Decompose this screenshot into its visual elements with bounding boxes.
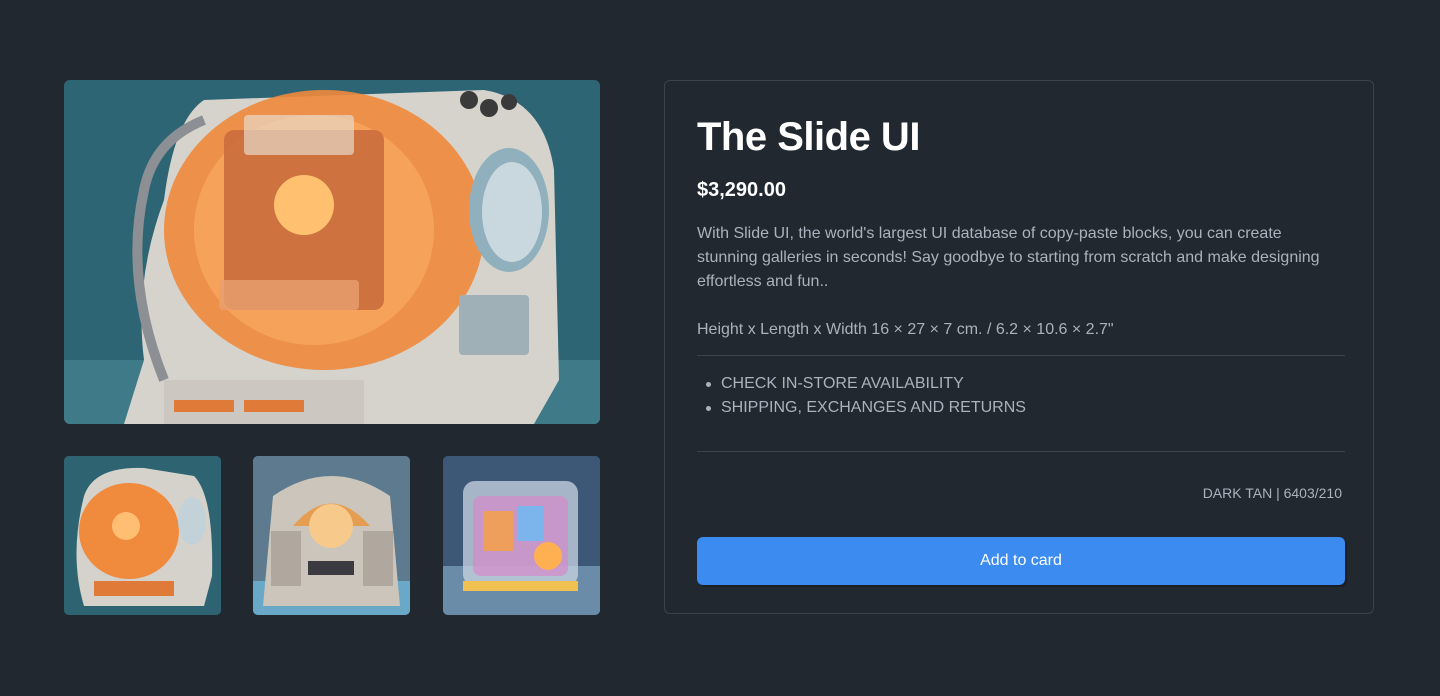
thumbnail-1[interactable] [64, 456, 221, 615]
product-sku: DARK TAN | 6403/210 [1202, 485, 1342, 501]
thumbnail-2[interactable] [253, 456, 410, 615]
product-title: The Slide UI [697, 115, 920, 159]
main-product-image [64, 80, 600, 424]
info-links-list: CHECK IN-STORE AVAILABILITY SHIPPING, EX… [697, 372, 1026, 420]
product-description: With Slide UI, the world's largest UI da… [697, 225, 1320, 290]
product-details-panel: The Slide UI $3,290.00 With Slide UI, th… [664, 80, 1374, 614]
divider [697, 355, 1345, 356]
thumbnail-3[interactable] [443, 456, 600, 615]
product-gallery [64, 80, 600, 615]
product-price: $3,290.00 [697, 179, 786, 201]
thumbnail-strip [64, 456, 600, 615]
product-dimensions: Height x Length x Width 16 × 27 × 7 cm. … [697, 321, 1114, 338]
divider [697, 451, 1345, 452]
add-to-card-button[interactable]: Add to card [697, 537, 1345, 585]
check-availability-link[interactable]: CHECK IN-STORE AVAILABILITY [697, 372, 1026, 396]
shipping-returns-link[interactable]: SHIPPING, EXCHANGES AND RETURNS [697, 396, 1026, 420]
